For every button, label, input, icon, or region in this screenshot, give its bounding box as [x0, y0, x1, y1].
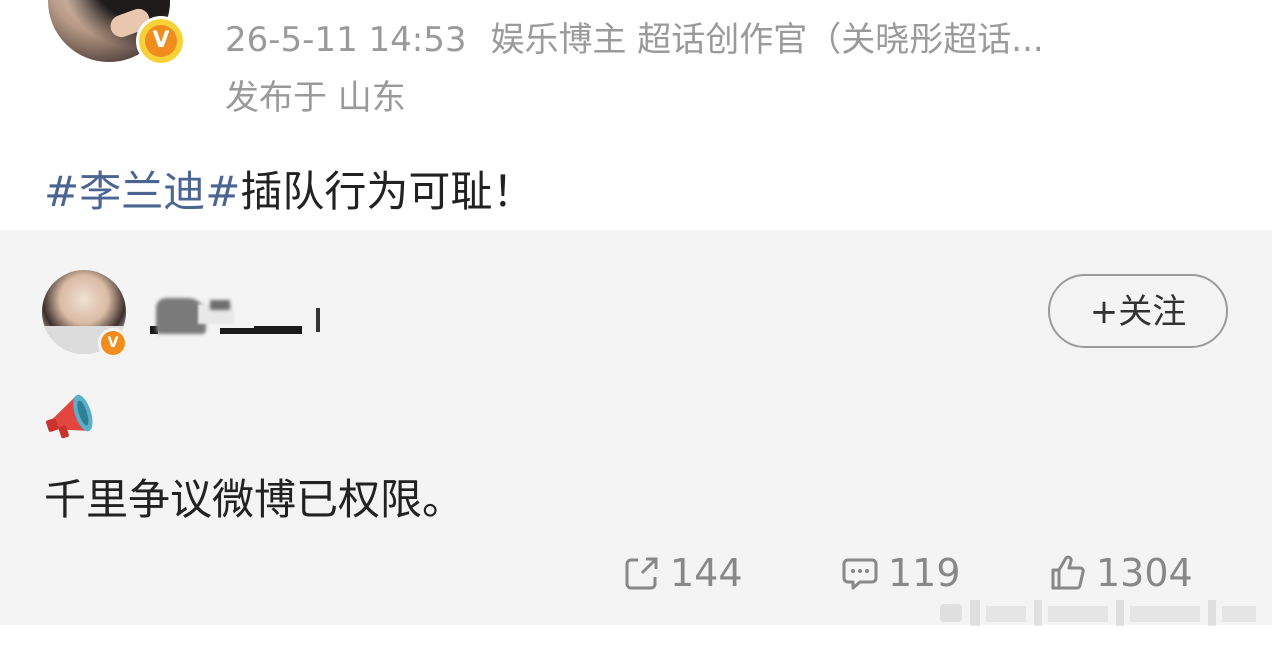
repost-count: 144: [670, 551, 743, 595]
quoted-verified-badge-icon: V: [98, 328, 128, 358]
verified-badge-letter: V: [145, 25, 177, 57]
repost-button[interactable]: 144: [622, 548, 743, 598]
quoted-post[interactable]: V +关注 千里争议微博已权限。 144 119 1304: [0, 230, 1272, 625]
verified-badge-icon: V: [136, 16, 186, 66]
post-body-text: 插队行为可耻！: [240, 167, 535, 216]
quoted-body-text: 千里争议微博已权限。: [44, 475, 465, 524]
redaction-mark: [210, 300, 230, 310]
like-count: 1304: [1096, 551, 1193, 595]
post-location: 发布于 山东: [225, 78, 406, 118]
comment-button[interactable]: 119: [840, 548, 961, 598]
comment-icon: [842, 558, 878, 590]
hashtag-link[interactable]: #李兰迪#: [44, 167, 240, 216]
author-title[interactable]: 娱乐博主 超话创作官（关晓彤超话...: [491, 20, 1044, 60]
follow-button[interactable]: +关注: [1048, 274, 1228, 348]
watermark-mark: [940, 600, 1256, 626]
repost-icon: [625, 557, 658, 590]
like-icon: [1051, 555, 1085, 590]
redaction-mark: [254, 326, 302, 334]
post-timestamp: 26-5-11 14:53: [225, 20, 467, 60]
like-button[interactable]: 1304: [1048, 548, 1193, 598]
quoted-author-name-redacted[interactable]: [150, 296, 340, 336]
comment-count: 119: [888, 551, 961, 595]
post-body: #李兰迪#插队行为可耻！: [44, 158, 534, 219]
repost-section: V 26-5-11 14:53 娱乐博主 超话创作官（关晓彤超话... 发布于 山…: [0, 0, 1272, 230]
post-meta: 26-5-11 14:53 娱乐博主 超话创作官（关晓彤超话...: [225, 12, 1044, 61]
megaphone-icon: [46, 394, 93, 439]
weibo-post-screen: V 26-5-11 14:53 娱乐博主 超话创作官（关晓彤超话... 发布于 山…: [0, 0, 1272, 647]
redaction-mark: [316, 308, 320, 332]
